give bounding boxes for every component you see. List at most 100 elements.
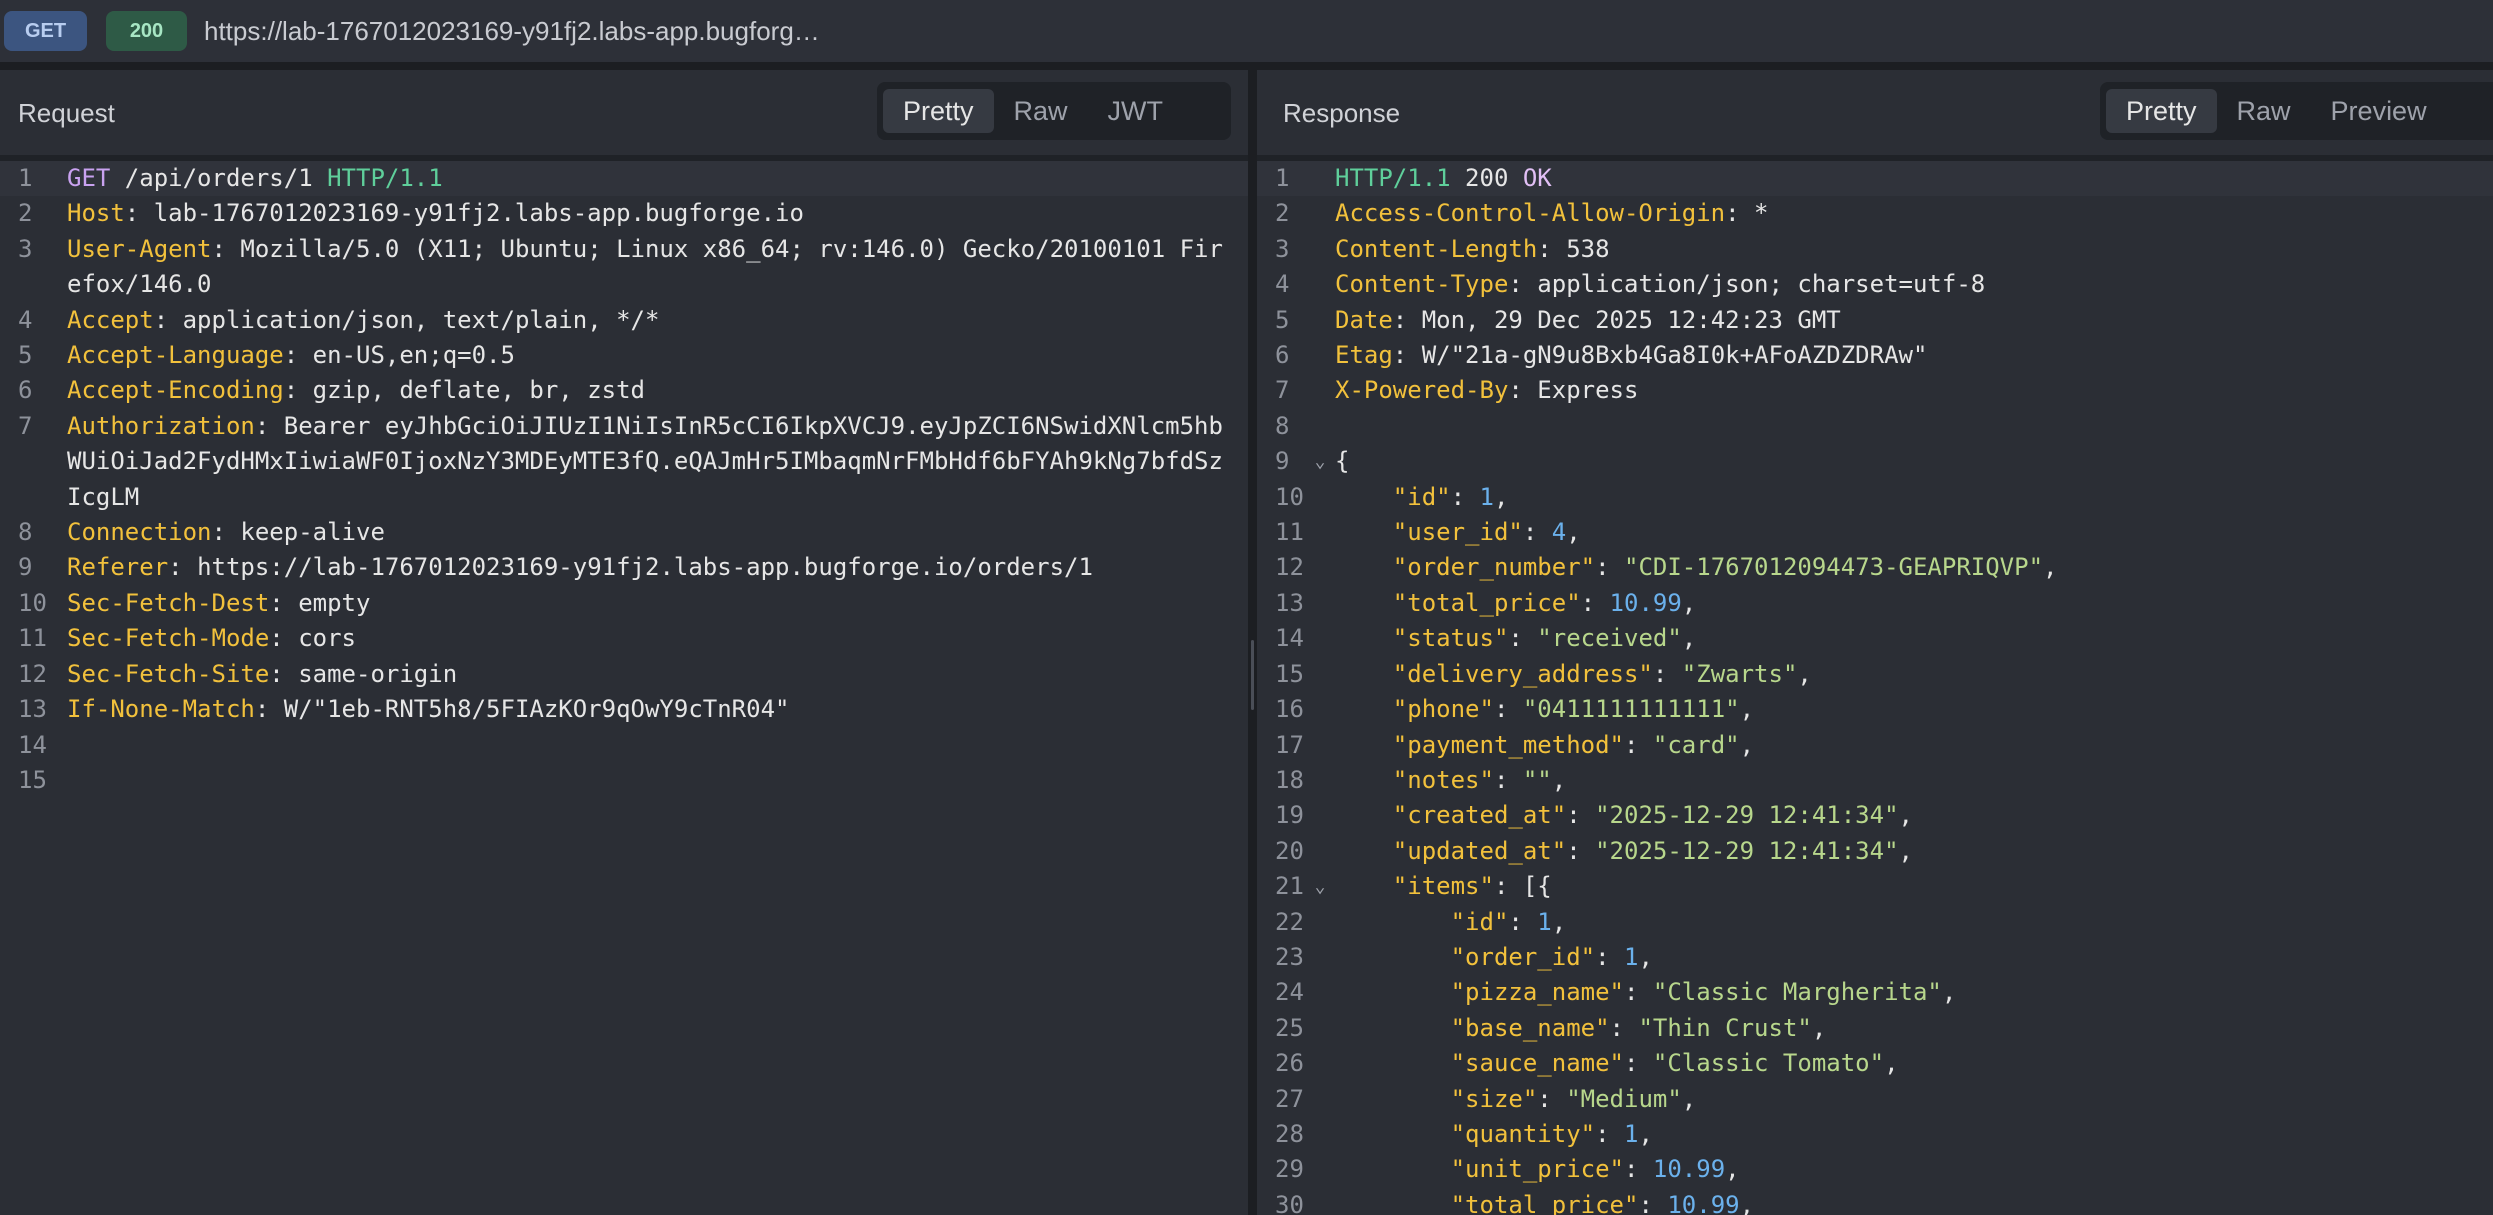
code-line: 2 Access-Control-Allow-Origin: * [1257,196,2493,231]
line-number: 6 [18,376,33,405]
resize-grip[interactable] [1251,640,1254,710]
json-key: "updated_at" [1392,836,1567,865]
response-header-value: Mon, 29 Dec 2025 12:42:23 GMT [1421,305,1841,334]
fold-toggle-icon[interactable]: ⌄ [1305,869,1335,904]
json-value: "Classic Margherita" [1652,978,1942,1007]
line-number: 2 [1275,199,1290,228]
response-view-tabs: Pretty Raw Preview [2100,82,2493,140]
response-header-name: Access-Control-Allow-Origin [1335,199,1726,228]
line-number: 25 [1275,1013,1304,1042]
response-header-value: W/"21a-gN9u8Bxb4Ga8I0k+AFoAZDZDRAw" [1421,341,1928,370]
response-tab-preview[interactable]: Preview [2311,89,2447,133]
line-number: 16 [1275,695,1304,724]
json-value: "Medium" [1566,1084,1682,1113]
response-header-name: X-Powered-By [1335,376,1509,405]
line-number: 3 [18,234,33,263]
request-header-name: Host [67,199,125,228]
response-pane-header: Response Pretty Raw Preview [1257,70,2493,155]
request-pane-header: Request Pretty Raw JWT [0,70,1248,155]
code-line: 1 GET /api/orders/1 HTTP/1.1 [0,161,1248,197]
code-line: 6 Etag: W/"21a-gN9u8Bxb4Ga8I0k+AFoAZDZDRA… [1257,338,2493,373]
code-line: 23 "order_id": 1, [1257,940,2493,975]
code-line: 4 Content-Type: application/json; charset… [1257,267,2493,302]
json-value: "Thin Crust" [1638,1013,1812,1042]
line-number: 30 [1275,1190,1304,1215]
request-header-name: Sec-Fetch-Site [67,659,270,688]
line-number: 7 [1275,376,1290,405]
request-header-value: https://lab-1767012023169-y91fj2.labs-ap… [197,553,1093,582]
line-number: 10 [18,588,47,617]
line-number: 4 [1275,270,1290,299]
json-value: 1 [1537,907,1552,936]
line-number: 29 [1275,1155,1304,1184]
pane-resize-handle[interactable] [1248,70,1257,1215]
request-tab-jwt[interactable]: JWT [1088,89,1183,133]
request-url[interactable]: https://lab-1767012023169-y91fj2.labs-ap… [204,16,820,47]
request-summary-bar: GET 200 https://lab-1767012023169-y91fj2… [0,0,2493,62]
line-number: 1 [18,164,33,192]
line-number: 13 [1275,588,1304,617]
request-tab-raw[interactable]: Raw [994,89,1088,133]
request-header-name: Accept [67,305,154,334]
code-line: 12 Sec-Fetch-Site: same-origin [0,657,1248,692]
line-number: 4 [18,305,33,334]
request-tab-pretty[interactable]: Pretty [883,89,994,133]
code-line: 29 "unit_price": 10.99, [1257,1152,2493,1187]
line-number: 24 [1275,978,1304,1007]
json-key: "id" [1450,907,1509,936]
code-line: 15 [0,763,1248,798]
code-line: 11 Sec-Fetch-Mode: cors [0,621,1248,656]
code-line: 11 "user_id": 4, [1257,515,2493,550]
line-number: 17 [1275,730,1304,759]
json-value: "2025-12-29 12:41:34" [1595,801,1899,830]
response-tab-pretty[interactable]: Pretty [2106,89,2217,133]
code-line: 9 ⌄{ [1257,444,2493,479]
line-number: 9 [1275,447,1290,476]
json-value: "received" [1537,624,1682,653]
code-line: 10 "id": 1, [1257,480,2493,515]
line-number: 18 [1275,765,1304,794]
response-tab-raw[interactable]: Raw [2217,89,2311,133]
code-line: 2 Host: lab-1767012023169-y91fj2.labs-app… [0,196,1248,231]
response-header-name: Content-Length [1335,234,1538,263]
request-header-value: keep-alive [240,518,385,547]
line-number: 26 [1275,1049,1304,1078]
json-value: "card" [1652,730,1740,759]
request-header-name: Accept-Encoding [67,376,284,405]
request-header-value: cors [298,624,356,653]
line-number: 6 [1275,341,1290,370]
json-value: 4 [1551,518,1567,547]
code-line: 5 Accept-Language: en-US,en;q=0.5 [0,338,1248,373]
line-number: 12 [18,659,47,688]
request-header-name: Sec-Fetch-Mode [67,624,270,653]
json-value: 10.99 [1667,1190,1740,1215]
response-header-name: Etag [1335,341,1393,370]
json-key: "status" [1392,624,1509,653]
request-header-value: W/"1eb-RNT5h8/5FIAzKOr9qOwY9cTnR04" [283,695,790,724]
code-line: 30 "total_price": 10.99, [1257,1188,2493,1215]
request-header-name: Accept-Language [67,341,284,370]
request-header-value: application/json, text/plain, */* [182,305,660,334]
json-value: "0411111111111" [1522,695,1740,724]
request-header-name: Sec-Fetch-Dest [67,588,270,617]
code-line: 24 "pizza_name": "Classic Margherita", [1257,975,2493,1010]
line-number: 20 [1275,836,1304,865]
code-line: 3 Content-Length: 538 [1257,232,2493,267]
line-number: 22 [1275,907,1304,936]
response-status-code: 200 [1450,164,1523,192]
code-line: 7 Authorization: Bearer eyJhbGciOiJIUzI1N… [0,409,1248,515]
line-number: 14 [1275,624,1304,653]
code-line: 20 "updated_at": "2025-12-29 12:41:34", [1257,834,2493,869]
response-pane: Response Pretty Raw Preview 1 HTTP/1.1 2… [1257,70,2493,1215]
request-header-value: empty [298,588,371,617]
response-header-name: Content-Type [1335,270,1509,299]
json-key: "order_number" [1392,553,1596,582]
code-line: 4 Accept: application/json, text/plain, *… [0,303,1248,338]
response-code-editor[interactable]: 1 HTTP/1.1 200 OK 2 Access-Control-Allow-… [1257,161,2493,1215]
code-line: 26 "sauce_name": "Classic Tomato", [1257,1046,2493,1081]
json-value: "CDI-1767012094473-GEAPRIQVP" [1624,553,2044,582]
response-header-value: application/json; charset=utf-8 [1537,270,1986,299]
request-code-editor[interactable]: 1 GET /api/orders/1 HTTP/1.1 2 Host: lab-… [0,161,1248,798]
fold-toggle-icon[interactable]: ⌄ [1305,444,1335,479]
response-header-value: * [1754,199,1769,228]
